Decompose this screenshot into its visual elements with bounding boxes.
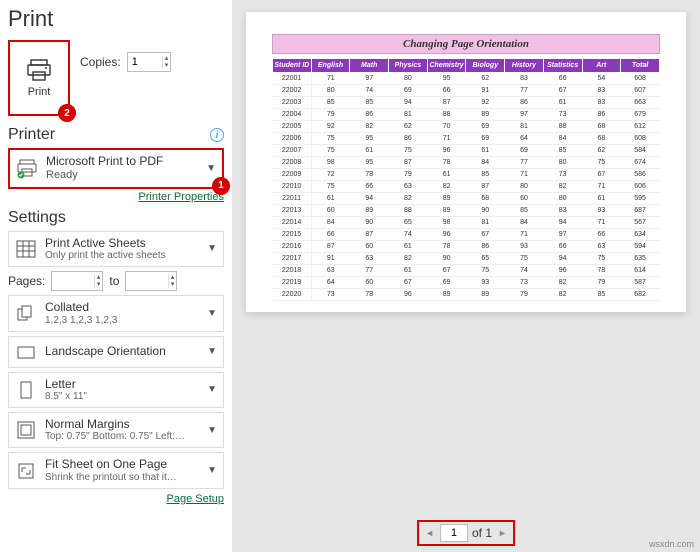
table-header: Student ID (273, 59, 312, 73)
spinner-arrows[interactable]: ▴▾ (162, 55, 171, 69)
table-row: 220038585948792866183663 (273, 97, 660, 109)
table-row: 220179163829065759475635 (273, 253, 660, 265)
chevron-down-icon: ▼ (206, 163, 216, 174)
table-header: Physics (389, 59, 428, 73)
grid-icon (15, 238, 37, 260)
printer-ready-icon (16, 157, 38, 179)
print-button-label: Print (28, 86, 51, 98)
preview-area: Changing Page Orientation Student IDEngl… (232, 0, 700, 552)
table-header: English (311, 59, 350, 73)
table-row: 220148490659881849471567 (273, 217, 660, 229)
info-icon[interactable]: i (210, 128, 224, 142)
page-current-input[interactable] (440, 524, 468, 542)
chevron-down-icon: ▼ (207, 465, 217, 476)
printer-name: Microsoft Print to PDF (46, 154, 198, 169)
pages-label: Pages: (8, 274, 45, 288)
chevron-down-icon: ▼ (207, 425, 217, 436)
setting-orientation[interactable]: Landscape Orientation ▼ (8, 336, 224, 368)
table-header: History (505, 59, 544, 73)
paper-icon (15, 379, 37, 401)
table-header: Art (582, 59, 621, 73)
setting-margins[interactable]: Normal MarginsTop: 0.75" Bottom: 0.75" L… (8, 412, 224, 448)
preview-table: Student IDEnglishMathPhysicsChemistryBio… (272, 58, 660, 301)
table-header: Math (350, 59, 389, 73)
printer-selector[interactable]: Microsoft Print to PDF Ready ▼ 1 (8, 148, 224, 189)
margins-icon (15, 419, 37, 441)
preview-title: Changing Page Orientation (272, 34, 660, 54)
print-panel: Print Print 2 Copies: ▴▾ Printer i (0, 0, 232, 552)
table-header: Chemistry (427, 59, 466, 73)
setting-paper-size[interactable]: Letter8.5" x 11" ▼ (8, 372, 224, 408)
table-row: 220097278796185717367586 (273, 169, 660, 181)
page-setup-link[interactable]: Page Setup (8, 493, 224, 505)
table-row: 220017197809562836654608 (273, 73, 660, 85)
print-button[interactable]: Print 2 (8, 40, 70, 116)
chevron-down-icon: ▼ (207, 243, 217, 254)
setting-collate[interactable]: Collated1,2,3 1,2,3 1,2,3 ▼ (8, 295, 224, 331)
table-row: 220047986818889977386679 (273, 109, 660, 121)
table-row: 220028074696691776783607 (273, 85, 660, 97)
orientation-icon (15, 341, 37, 363)
table-row: 220067595867169648468608 (273, 133, 660, 145)
setting-scaling[interactable]: Fit Sheet on One PageShrink the printout… (8, 452, 224, 488)
table-row: 220059282627069818868612 (273, 121, 660, 133)
chevron-down-icon: ▼ (207, 384, 217, 395)
printer-icon (25, 58, 53, 82)
page-title: Print (8, 6, 224, 32)
page-next-icon[interactable]: ► (496, 528, 509, 538)
fit-icon (15, 460, 37, 482)
setting-print-what[interactable]: Print Active SheetsOnly print the active… (8, 231, 224, 267)
collate-icon (15, 302, 37, 324)
table-row: 220077561759661698562584 (273, 145, 660, 157)
copies-input[interactable] (128, 56, 162, 68)
settings-heading: Settings (8, 209, 66, 227)
table-row: 220156687749667719766634 (273, 229, 660, 241)
table-row: 220116194828968608061595 (273, 193, 660, 205)
table-row: 220186377616775749678614 (273, 265, 660, 277)
chevron-down-icon: ▼ (207, 308, 217, 319)
callout-badge-1: 1 (212, 177, 230, 195)
printer-heading: Printer (8, 126, 55, 144)
table-header: Total (621, 59, 660, 73)
copies-label: Copies: (80, 55, 121, 69)
watermark: wsxdn.com (649, 539, 694, 549)
pages-to-input[interactable]: ▴▾ (125, 271, 177, 291)
printer-properties-link[interactable]: Printer Properties (8, 191, 224, 203)
preview-page: Changing Page Orientation Student IDEngl… (246, 12, 686, 312)
table-row: 220168760617886936663594 (273, 241, 660, 253)
chevron-down-icon: ▼ (207, 346, 217, 357)
pages-to-label: to (109, 274, 119, 288)
pages-from-input[interactable]: ▴▾ (51, 271, 103, 291)
table-row: 220107566638287808271606 (273, 181, 660, 193)
page-prev-icon[interactable]: ◄ (423, 528, 436, 538)
callout-badge-2: 2 (58, 104, 76, 122)
printer-status: Ready (46, 169, 198, 183)
page-of-label: of 1 (472, 526, 492, 540)
page-navigator: ◄ of 1 ► (417, 520, 515, 546)
table-row: 220136089888990858393687 (273, 205, 660, 217)
table-row: 220207378968989798285682 (273, 289, 660, 301)
table-row: 220196460676993738279587 (273, 277, 660, 289)
table-row: 220089895877884778075674 (273, 157, 660, 169)
table-header: Biology (466, 59, 505, 73)
table-header: Statistics (543, 59, 582, 73)
copies-stepper[interactable]: ▴▾ (127, 52, 172, 72)
